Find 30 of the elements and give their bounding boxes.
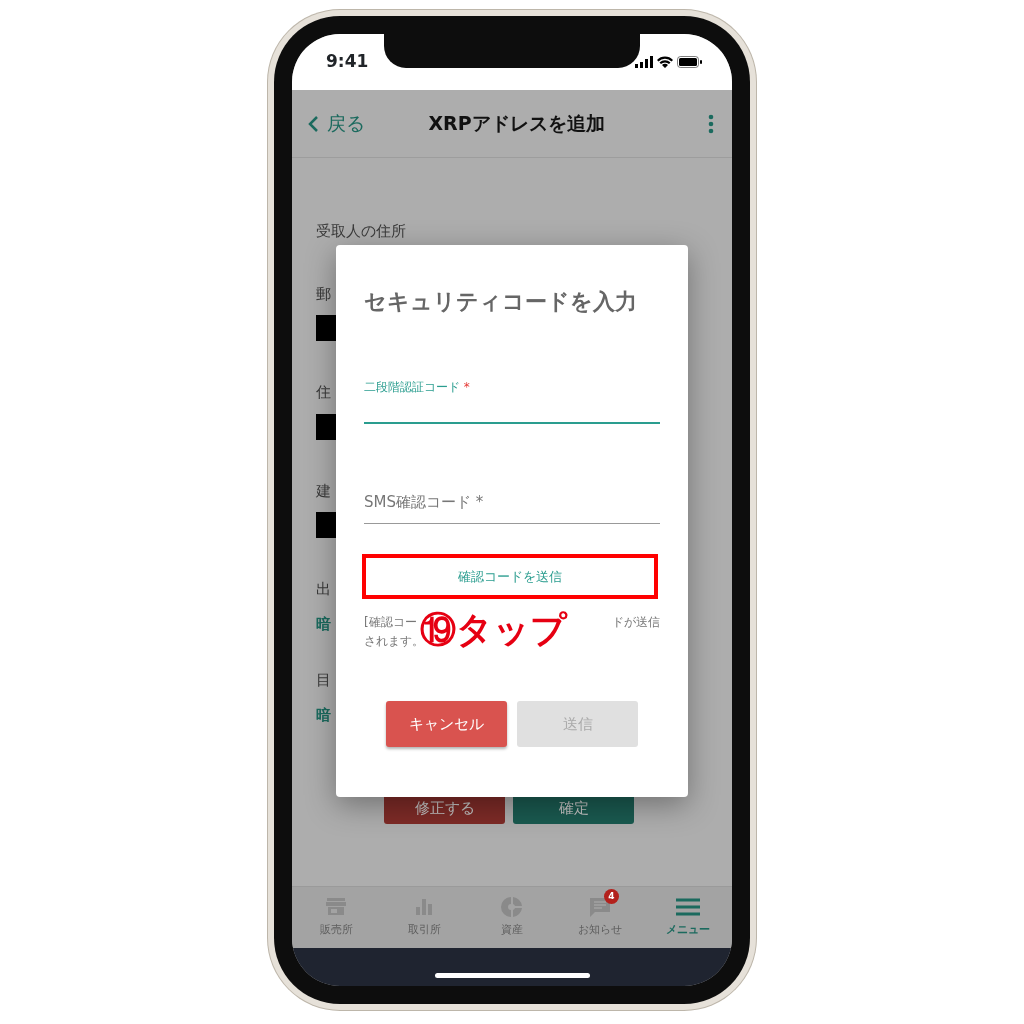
status-time: 9:41 <box>326 50 369 74</box>
field-label: 出 <box>316 579 331 600</box>
screen-title: XRPアドレスを追加 <box>427 111 606 137</box>
section-title: 受取人の住所 <box>316 221 407 242</box>
dialog-title: セキュリティコードを入力 <box>364 288 638 316</box>
chevron-left-icon <box>308 114 319 133</box>
signal-icon <box>635 56 653 68</box>
field-value: 暗 <box>316 704 331 726</box>
back-button[interactable]: 戻る <box>308 109 365 138</box>
send-code-button[interactable]: 確認コードを送信 <box>362 554 658 599</box>
field-value: 暗 <box>316 613 331 635</box>
field-label: 目 <box>316 670 331 691</box>
helper-text: [確認コー <box>364 614 417 631</box>
cancel-button[interactable]: キャンセル <box>386 701 507 747</box>
field-label: 郵 <box>316 283 331 305</box>
tab-item[interactable]: 取引所 <box>380 887 468 948</box>
tab-item[interactable]: 販売所 <box>292 887 380 948</box>
field-label: 建 <box>316 480 331 502</box>
input-field[interactable]: SMS確認コード * <box>364 490 660 524</box>
tab-item[interactable]: お知らせ 4 <box>556 887 644 948</box>
menu-icon <box>675 896 701 919</box>
battery-icon <box>677 56 702 68</box>
tab-item[interactable]: メニュー <box>644 887 732 948</box>
tab-item[interactable]: 資産 <box>468 887 556 948</box>
helper-text: ドが送信 <box>612 614 660 631</box>
input-field[interactable]: 二段階認証コード * <box>364 374 660 424</box>
field-label: 住 <box>316 382 331 403</box>
wifi-icon <box>657 56 673 68</box>
notification-badge: 4 <box>604 889 619 904</box>
pie-chart-icon <box>501 896 523 919</box>
